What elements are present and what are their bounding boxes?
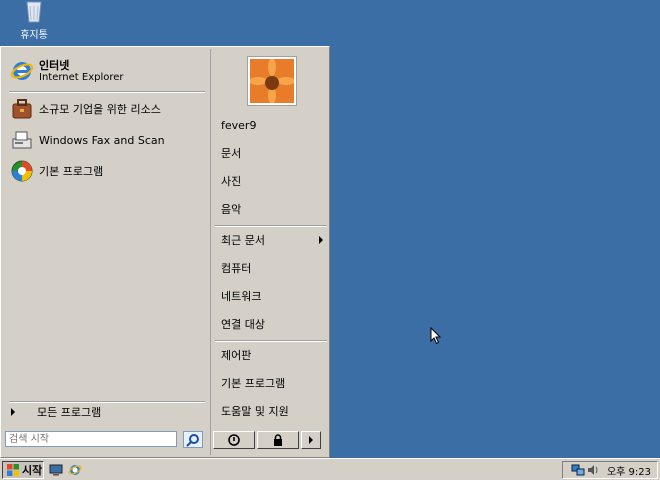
chevron-right-icon <box>11 408 15 416</box>
pinned-internet-explorer[interactable]: 인터넷 Internet Explorer <box>9 57 205 85</box>
menu-item-default-programs[interactable]: 기본 프로그램 <box>221 372 325 394</box>
pinned-separator <box>9 91 205 93</box>
menu-item-label: 사진 <box>221 175 242 188</box>
menu-item-label: 음악 <box>221 203 242 216</box>
menu-item-label: 컴퓨터 <box>221 262 252 275</box>
recycle-bin-label: 휴지통 <box>20 30 48 41</box>
menu-item-network[interactable]: 네트워크 <box>221 285 325 307</box>
lock-icon <box>274 434 282 446</box>
internet-explorer-icon <box>9 58 35 84</box>
menu-item-label: 도움말 및 지원 <box>221 405 289 418</box>
menu-item-label: 제어판 <box>221 349 252 362</box>
show-desktop-icon <box>49 464 63 476</box>
pinned-title: 인터넷 <box>39 58 70 72</box>
start-menu-left-column: 인터넷 Internet Explorer 소규모 기업을 위한 리소스 Win… <box>3 49 209 427</box>
shutdown-options-button[interactable] <box>301 431 321 449</box>
menu-item-recent-documents[interactable]: 최근 문서 <box>221 229 325 251</box>
menu-item-computer[interactable]: 컴퓨터 <box>221 257 325 279</box>
flower-avatar-icon <box>250 59 294 103</box>
default-programs-icon <box>9 158 35 184</box>
right-separator-1 <box>215 225 327 227</box>
user-avatar[interactable] <box>247 56 297 106</box>
search-button[interactable] <box>183 431 203 448</box>
menu-item-connect-to[interactable]: 연결 대상 <box>221 313 325 335</box>
all-programs-button[interactable]: 모든 프로그램 <box>3 401 209 423</box>
start-menu: 인터넷 Internet Explorer 소규모 기업을 위한 리소스 Win… <box>0 46 330 458</box>
right-separator-2 <box>215 340 327 342</box>
recycle-bin-icon <box>26 1 42 23</box>
quicklaunch-internet-explorer[interactable] <box>67 462 83 478</box>
volume-icon[interactable] <box>587 464 599 476</box>
taskbar: 시작 오후 9:23 <box>0 458 660 480</box>
menu-item-pictures[interactable]: 사진 <box>221 170 325 192</box>
menu-item-label: 네트워크 <box>221 290 262 303</box>
menu-item-control-panel[interactable]: 제어판 <box>221 344 325 366</box>
start-label: 시작 <box>22 464 43 477</box>
search-icon <box>186 433 199 447</box>
menu-item-label: 기본 프로그램 <box>221 377 286 390</box>
program-windows-fax-scan[interactable]: Windows Fax and Scan <box>9 126 205 154</box>
start-menu-right-column: fever9 문서 사진 음악 최근 문서 컴퓨터 네트워크 연결 대상 제어판 <box>210 49 329 455</box>
search-input[interactable] <box>5 431 177 447</box>
internet-explorer-icon <box>68 465 82 475</box>
lock-button[interactable] <box>257 431 299 449</box>
clock[interactable]: 오후 9:23 <box>607 463 651 478</box>
windows-logo-icon <box>7 464 19 476</box>
program-default-programs[interactable]: 기본 프로그램 <box>9 157 205 185</box>
menu-item-help-support[interactable]: 도움말 및 지원 <box>221 400 325 422</box>
mouse-cursor-icon <box>430 327 442 345</box>
program-small-business-resources[interactable]: 소규모 기업을 위한 리소스 <box>9 95 205 123</box>
quicklaunch-show-desktop[interactable] <box>48 462 64 478</box>
power-icon <box>228 434 240 446</box>
menu-item-music[interactable]: 음악 <box>221 198 325 220</box>
system-tray: 오후 9:23 <box>562 461 658 479</box>
program-label: Windows Fax and Scan <box>39 133 165 147</box>
menu-item-label: 최근 문서 <box>221 234 265 247</box>
submenu-arrow-icon <box>319 236 323 244</box>
chevron-right-icon <box>309 436 313 444</box>
program-label: 소규모 기업을 위한 리소스 <box>39 102 161 116</box>
menu-item-documents[interactable]: 문서 <box>221 142 325 164</box>
user-name: fever9 <box>221 118 257 132</box>
search-row <box>5 431 207 449</box>
fax-scanner-icon <box>9 127 35 153</box>
recycle-bin-desktop-icon[interactable]: 휴지통 <box>12 0 56 41</box>
briefcase-icon <box>9 96 35 122</box>
network-icon[interactable] <box>571 464 585 476</box>
all-programs-label: 모든 프로그램 <box>37 406 102 419</box>
menu-item-user-folder[interactable]: fever9 <box>221 114 325 136</box>
power-button-row <box>213 431 321 449</box>
program-label: 기본 프로그램 <box>39 164 104 178</box>
menu-item-label: 연결 대상 <box>221 318 265 331</box>
start-button[interactable]: 시작 <box>2 461 44 479</box>
pinned-subtitle: Internet Explorer <box>39 71 124 83</box>
power-button[interactable] <box>213 431 255 449</box>
menu-item-label: 문서 <box>221 147 242 160</box>
